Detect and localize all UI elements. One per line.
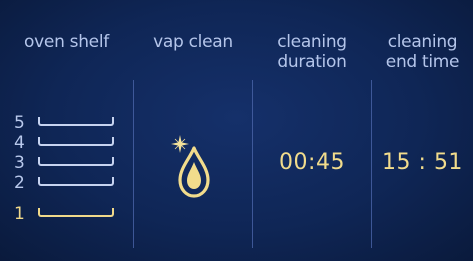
cleaning-end-time-column[interactable]: cleaning end time 15 : 51 xyxy=(372,0,473,261)
shelf-rail-icon xyxy=(38,208,114,217)
shelf-number: 2 xyxy=(14,173,25,193)
vap-clean-column[interactable]: vap clean xyxy=(134,0,252,261)
shelf-3[interactable]: 3 xyxy=(14,153,124,173)
cleaning-end-time-value[interactable]: 15 : 51 xyxy=(372,150,473,176)
shelf-number: 5 xyxy=(14,113,25,133)
shelf-number: 4 xyxy=(14,133,25,153)
header-line: cleaning xyxy=(277,32,347,52)
oven-shelf-header: oven shelf xyxy=(24,32,109,52)
vap-clean-header: vap clean xyxy=(153,32,233,52)
cleaning-duration-value[interactable]: 00:45 xyxy=(253,150,371,176)
shelf-rail-icon xyxy=(38,137,114,146)
shelf-number: 1 xyxy=(14,204,25,224)
shelf-rail-icon xyxy=(38,157,114,166)
cleaning-duration-column[interactable]: cleaning duration 00:45 xyxy=(253,0,371,261)
oven-shelf-column[interactable]: oven shelf 5 4 3 2 1 xyxy=(0,0,133,261)
cleaning-duration-header: cleaning duration xyxy=(253,32,371,72)
header-line: duration xyxy=(277,52,347,72)
shelf-number: 3 xyxy=(14,153,25,173)
shelf-rail-icon xyxy=(38,117,114,126)
shelf-rail-icon xyxy=(38,177,114,186)
cleaning-end-time-header: cleaning end time xyxy=(372,32,473,72)
oven-display-screen: oven shelf 5 4 3 2 1 vap clean cleaning … xyxy=(0,0,473,261)
shelf-4[interactable]: 4 xyxy=(14,133,124,153)
header-line: cleaning xyxy=(387,32,458,52)
shelf-2[interactable]: 2 xyxy=(14,173,124,193)
steam-drop-sparkle-icon xyxy=(162,132,222,202)
header-line: end time xyxy=(385,52,460,72)
shelf-1[interactable]: 1 xyxy=(14,204,124,224)
shelf-5[interactable]: 5 xyxy=(14,113,124,133)
